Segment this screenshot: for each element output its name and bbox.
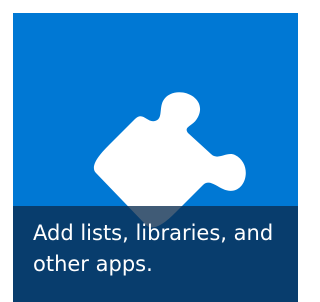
add-apps-tile[interactable]: Add lists, libraries, and other apps.: [13, 13, 298, 302]
tile-caption: Add lists, libraries, and other apps.: [13, 206, 298, 302]
tile-caption-text: Add lists, libraries, and other apps.: [33, 221, 274, 276]
